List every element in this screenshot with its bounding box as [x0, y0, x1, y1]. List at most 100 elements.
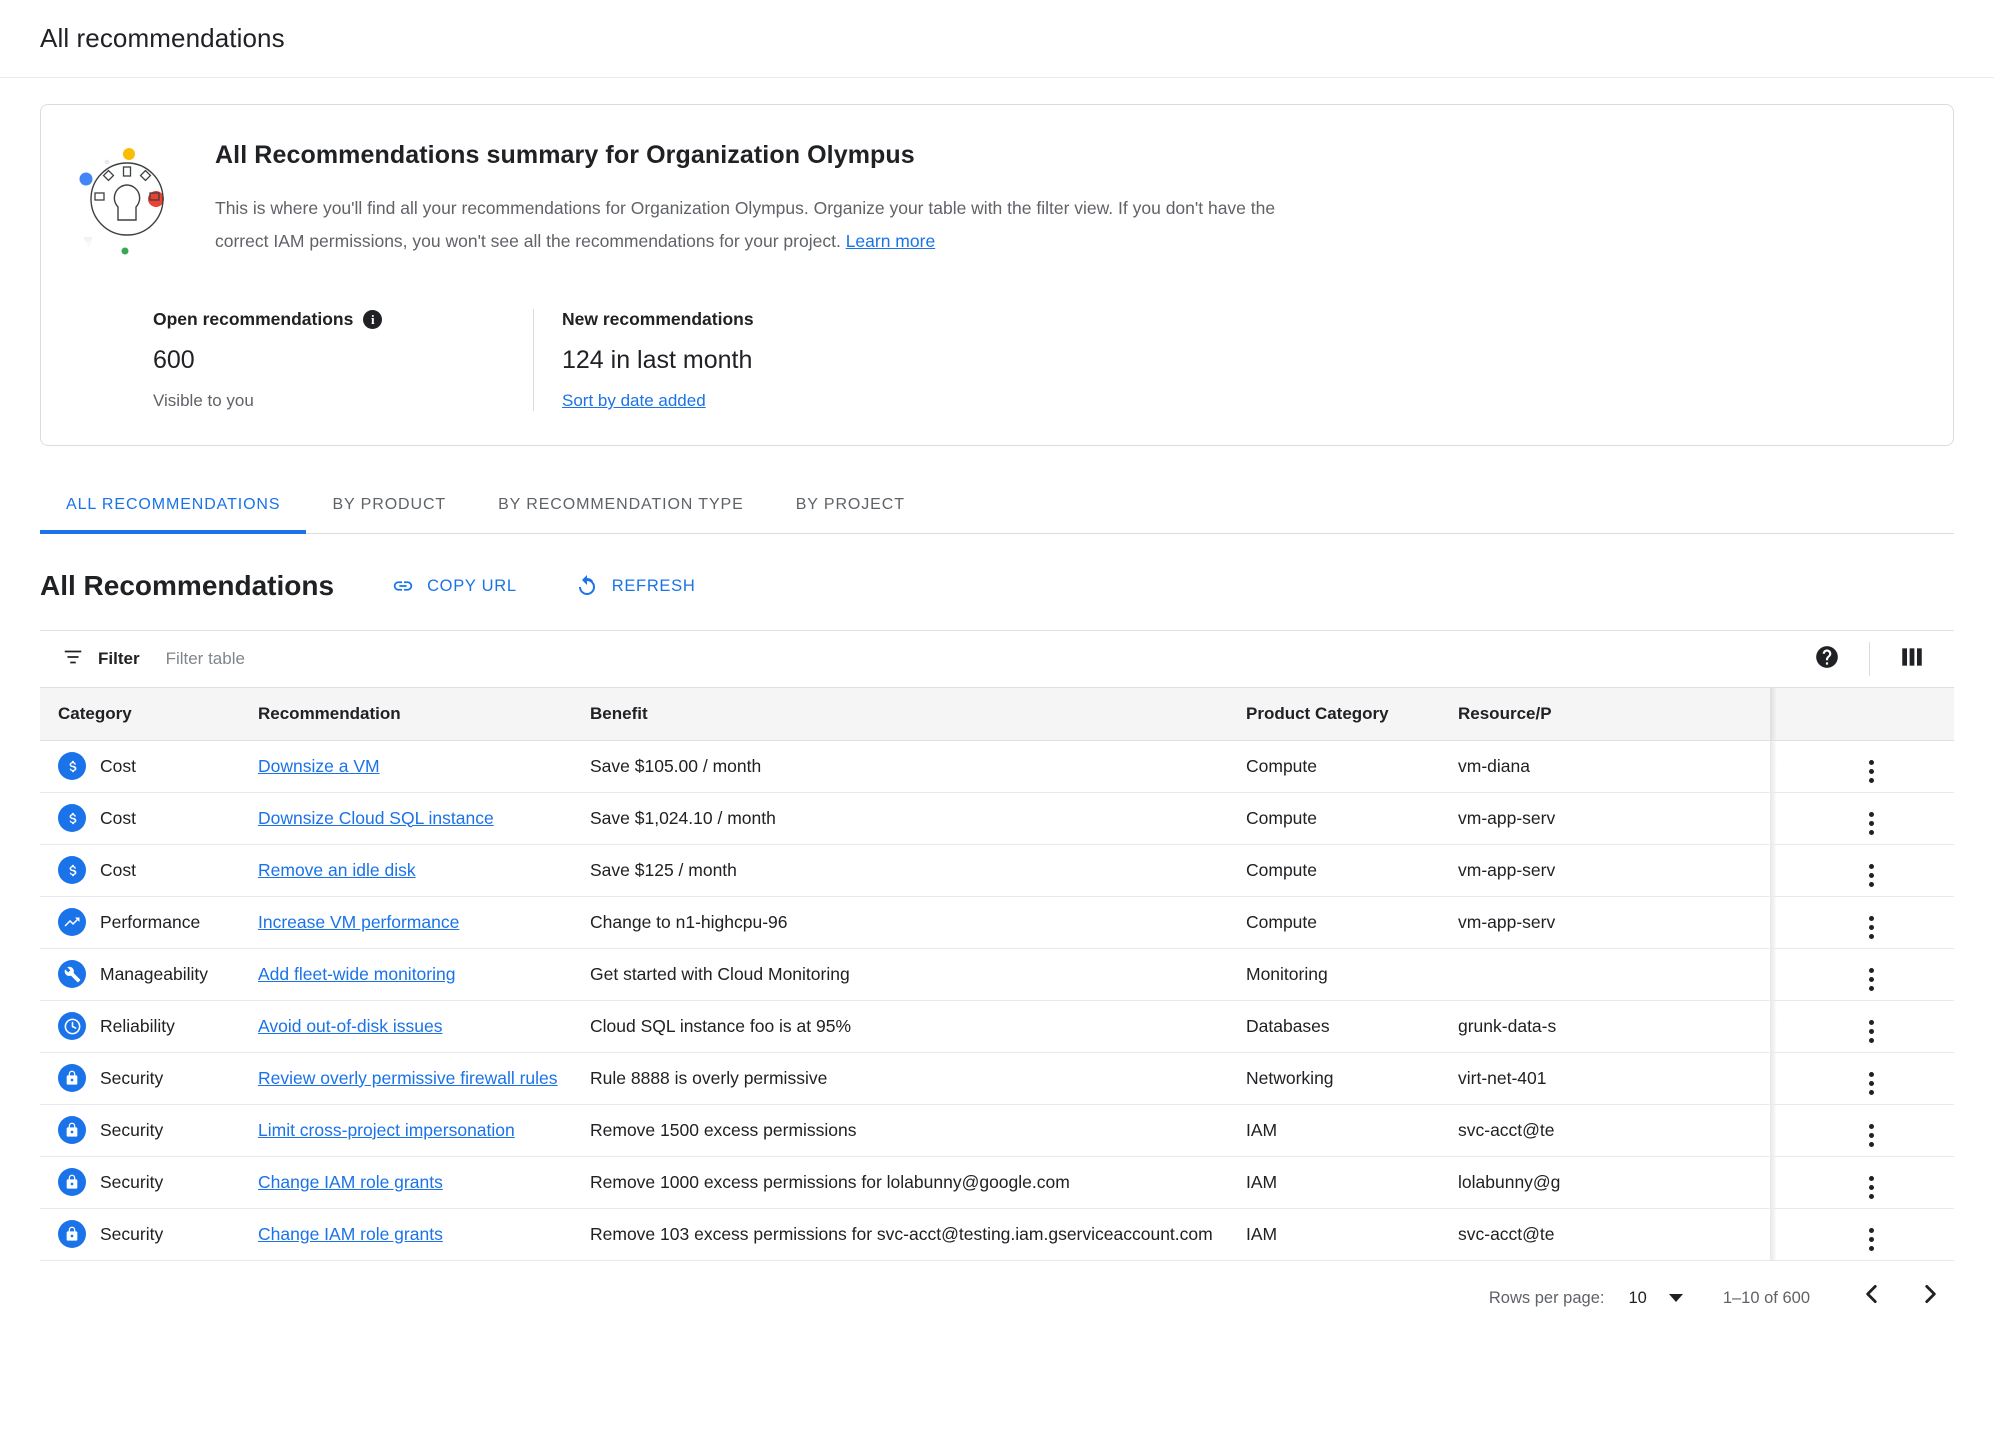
- column-header-resource-project[interactable]: Resource/P: [1440, 688, 1770, 741]
- row-more-options-icon[interactable]: [1868, 1124, 1874, 1147]
- table-row[interactable]: Performance Increase VM performance Change…: [40, 896, 1954, 949]
- cell-benefit: Remove 1000 excess permissions for lolab…: [572, 1156, 1228, 1209]
- cell-actions: [1770, 896, 1954, 949]
- cell-recommendation: Downsize Cloud SQL instance: [240, 792, 572, 845]
- cell-benefit: Get started with Cloud Monitoring: [572, 948, 1228, 1001]
- filter-icon[interactable]: [62, 646, 84, 673]
- recommendations-table: Category Recommendation Benefit Product …: [40, 688, 1954, 1261]
- table-row[interactable]: Security Limit cross-project impersonatio…: [40, 1104, 1954, 1157]
- top-bar: All recommendations: [0, 0, 1994, 78]
- cell-benefit: Cloud SQL instance foo is at 95%: [572, 1000, 1228, 1053]
- lock-icon: [58, 1116, 86, 1144]
- table-row[interactable]: Security Review overly permissive firewal…: [40, 1052, 1954, 1105]
- row-more-options-icon[interactable]: [1868, 1228, 1874, 1251]
- cell-product-category: Compute: [1228, 844, 1440, 897]
- table-row[interactable]: Security Change IAM role grants Remove 100…: [40, 1156, 1954, 1209]
- table-row[interactable]: Reliability Avoid out-of-disk issues Cloud…: [40, 1000, 1954, 1053]
- recommendation-link[interactable]: Downsize Cloud SQL instance: [258, 808, 494, 828]
- filter-input[interactable]: [163, 648, 504, 670]
- dollar-icon: [58, 856, 86, 884]
- toolbar-divider: [1869, 642, 1870, 676]
- column-header-category[interactable]: Category: [40, 688, 240, 741]
- row-more-options-icon[interactable]: [1868, 812, 1874, 835]
- cell-category: Reliability: [40, 1000, 240, 1053]
- new-recommendations-label: New recommendations: [562, 309, 754, 330]
- tab-by-recommendation-type-label: BY RECOMMENDATION TYPE: [498, 495, 744, 513]
- cell-resource: vm-app-serv: [1440, 896, 1770, 949]
- cell-category: Cost: [40, 740, 240, 793]
- category-label: Cost: [100, 807, 136, 828]
- column-settings-button[interactable]: [1888, 635, 1936, 683]
- dollar-icon: [58, 804, 86, 832]
- cell-actions: [1770, 844, 1954, 897]
- learn-more-link[interactable]: Learn more: [846, 231, 936, 251]
- cell-resource: virt-net-401: [1440, 1052, 1770, 1105]
- cell-actions: [1770, 1104, 1954, 1157]
- new-recommendations-label-text: New recommendations: [562, 309, 754, 329]
- recommendation-link[interactable]: Remove an idle disk: [258, 860, 416, 880]
- recommendation-link[interactable]: Limit cross-project impersonation: [258, 1120, 515, 1140]
- row-more-options-icon[interactable]: [1868, 1176, 1874, 1199]
- info-icon[interactable]: i: [363, 310, 383, 329]
- recommendation-link[interactable]: Avoid out-of-disk issues: [258, 1016, 443, 1036]
- row-more-options-icon[interactable]: [1868, 916, 1874, 939]
- column-header-recommendation[interactable]: Recommendation: [240, 688, 572, 741]
- cell-recommendation: Add fleet-wide monitoring: [240, 948, 572, 1001]
- tab-bar: ALL RECOMMENDATIONS BY PRODUCT BY RECOMM…: [40, 476, 1954, 534]
- column-header-product-category[interactable]: Product Category: [1228, 688, 1440, 741]
- columns-icon: [1899, 644, 1925, 675]
- open-recommendations-value: 600: [153, 346, 195, 374]
- filter-bar: Filter: [40, 630, 1954, 688]
- category-label: Security: [100, 1171, 164, 1192]
- row-more-options-icon[interactable]: [1868, 1072, 1874, 1095]
- recommendation-link[interactable]: Change IAM role grants: [258, 1172, 443, 1192]
- row-more-options-icon[interactable]: [1868, 1020, 1874, 1043]
- stat-open-recommendations: Open recommendations i 600 Visible to yo…: [153, 309, 533, 411]
- open-recommendations-sub: Visible to you: [153, 391, 254, 410]
- cell-benefit: Save $1,024.10 / month: [572, 792, 1228, 845]
- rows-per-page-select[interactable]: 10: [1628, 1289, 1683, 1308]
- column-header-benefit[interactable]: Benefit: [572, 688, 1228, 741]
- recommendation-link[interactable]: Change IAM role grants: [258, 1224, 443, 1244]
- table-row[interactable]: Manageability Add fleet-wide monitoring Ge…: [40, 948, 1954, 1001]
- recommendation-link[interactable]: Add fleet-wide monitoring: [258, 964, 455, 984]
- row-more-options-icon[interactable]: [1868, 968, 1874, 991]
- cell-resource: [1440, 948, 1770, 1001]
- recommendation-link[interactable]: Downsize a VM: [258, 756, 380, 776]
- cell-recommendation: Remove an idle disk: [240, 844, 572, 897]
- sort-by-date-added-link[interactable]: Sort by date added: [562, 391, 706, 410]
- help-button[interactable]: [1803, 635, 1851, 683]
- tab-by-recommendation-type[interactable]: BY RECOMMENDATION TYPE: [472, 476, 770, 533]
- tab-all-recommendations[interactable]: ALL RECOMMENDATIONS: [40, 476, 307, 534]
- table-row[interactable]: Cost Remove an idle disk Save $125 / month…: [40, 844, 1954, 897]
- row-more-options-icon[interactable]: [1868, 760, 1874, 783]
- next-page-button[interactable]: [1906, 1274, 1954, 1322]
- cell-product-category: IAM: [1228, 1156, 1440, 1209]
- cell-product-category: Monitoring: [1228, 948, 1440, 1001]
- category-label: Security: [100, 1223, 164, 1244]
- refresh-button[interactable]: REFRESH: [575, 574, 696, 598]
- recommendation-link[interactable]: Review overly permissive firewall rules: [258, 1068, 558, 1088]
- tab-by-product[interactable]: BY PRODUCT: [306, 476, 472, 533]
- table-title: All Recommendations: [40, 570, 335, 601]
- cell-benefit: Save $105.00 / month: [572, 740, 1228, 793]
- previous-page-button[interactable]: [1848, 1274, 1896, 1322]
- table-row[interactable]: Cost Downsize Cloud SQL instance Save $1,0…: [40, 792, 1954, 845]
- table-row[interactable]: Cost Downsize a VM Save $105.00 / month Com…: [40, 740, 1954, 793]
- cell-resource: vm-diana: [1440, 740, 1770, 793]
- cell-recommendation: Review overly permissive firewall rules: [240, 1052, 572, 1105]
- pagination-range: 1–10 of 600: [1722, 1288, 1810, 1307]
- cell-resource: vm-app-serv: [1440, 844, 1770, 897]
- recommendation-link[interactable]: Increase VM performance: [258, 912, 459, 932]
- rows-per-page-label: Rows per page:: [1488, 1288, 1605, 1307]
- cell-category: Cost: [40, 792, 240, 845]
- copy-url-button[interactable]: COPY URL: [392, 575, 517, 597]
- cell-product-category: Databases: [1228, 1000, 1440, 1053]
- summary-description: This is where you'll find all your recom…: [215, 192, 1290, 258]
- tab-by-project[interactable]: BY PROJECT: [770, 476, 931, 533]
- table-row[interactable]: Security Change IAM role grants Remove 103…: [40, 1208, 1954, 1261]
- cell-actions: [1770, 948, 1954, 1001]
- row-more-options-icon[interactable]: [1868, 864, 1874, 887]
- new-recommendations-value: 124 in last month: [562, 346, 753, 374]
- cell-benefit: Save $125 / month: [572, 844, 1228, 897]
